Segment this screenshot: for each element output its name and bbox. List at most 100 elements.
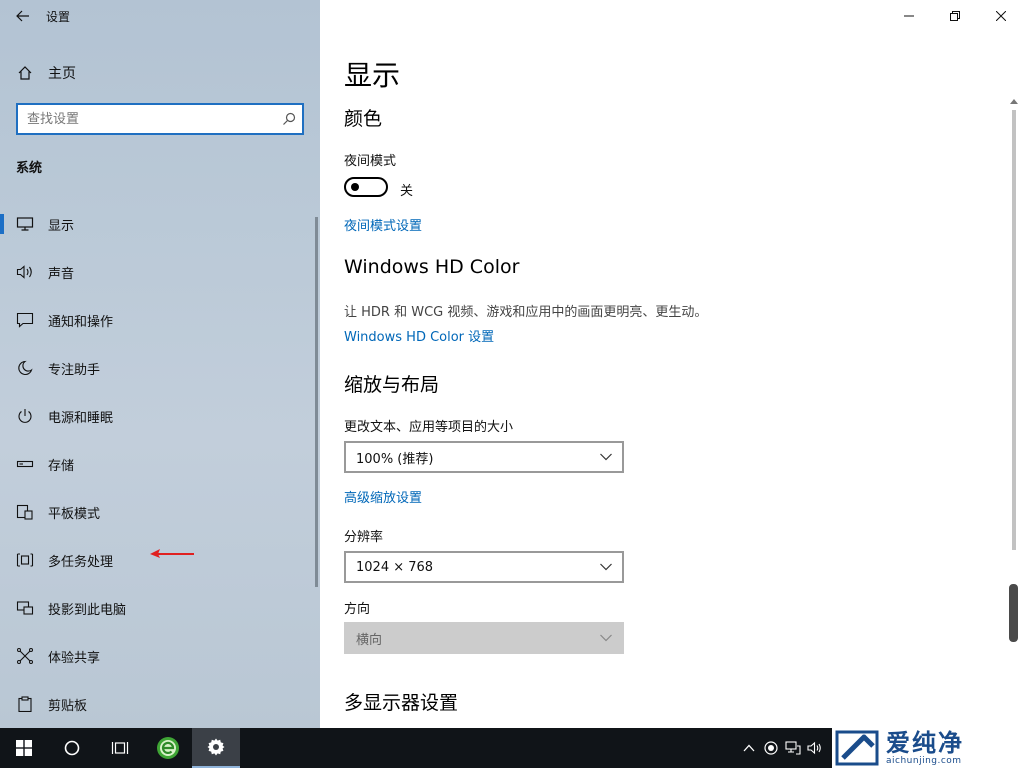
window-controls [886, 0, 1024, 32]
sidebar-item-tablet-mode[interactable]: 平板模式 [0, 488, 320, 536]
notification-icon [15, 310, 35, 330]
scale-size-dropdown[interactable]: 100% (推荐) [344, 441, 624, 473]
speaker-icon [15, 262, 35, 282]
network-tray-button[interactable] [782, 728, 804, 768]
sidebar-item-multitasking[interactable]: 多任务处理 [0, 536, 320, 584]
night-light-toggle-state: 关 [400, 184, 414, 199]
resolution-label: 分辨率 [344, 530, 384, 545]
chevron-down-icon [600, 453, 612, 461]
nav-list: 显示 声音 通知和操作 专注助手 电源和睡眠 存储 平板模式 多任务处理 投影到… [0, 200, 320, 728]
main-content: 显示 颜色 夜间模式 关 夜间模式设置 Windows HD Color 让 H… [320, 0, 1024, 728]
heading-multi-display: 多显示器设置 [344, 692, 459, 714]
volume-tray-button[interactable] [804, 728, 826, 768]
hd-color-settings-link[interactable]: Windows HD Color 设置 [344, 326, 494, 345]
back-button[interactable] [0, 0, 46, 32]
title-bar: 设置 [0, 0, 320, 32]
sidebar-item-display[interactable]: 显示 [0, 200, 320, 248]
app-title: 设置 [46, 9, 71, 24]
search-icon[interactable] [276, 112, 302, 126]
windows-logo-icon [16, 740, 32, 756]
sidebar-item-shared-experiences[interactable]: 体验共享 [0, 632, 320, 680]
close-button[interactable] [978, 0, 1024, 32]
sidebar-item-label: 通知和操作 [48, 314, 114, 330]
watermark-text: 爱纯净 aichunjing.com [886, 730, 964, 766]
moon-icon [15, 358, 35, 378]
search-input[interactable] [18, 105, 276, 133]
sidebar-item-focus-assist[interactable]: 专注助手 [0, 344, 320, 392]
task-view-button[interactable] [96, 728, 144, 768]
sidebar-item-label: 存储 [48, 458, 75, 474]
tablet-mode-icon [15, 502, 35, 522]
night-light-toggle[interactable] [344, 177, 388, 197]
sidebar-item-project[interactable]: 投影到此电脑 [0, 584, 320, 632]
toggle-knob [351, 183, 359, 191]
scroll-thumb[interactable] [1009, 584, 1018, 642]
search-taskbar-button[interactable] [48, 728, 96, 768]
night-light-settings-link[interactable]: 夜间模式设置 [344, 215, 422, 234]
clipboard-icon [15, 694, 35, 714]
home-label: 主页 [48, 66, 76, 82]
taskbar: 爱纯净 aichunjing.com [0, 728, 1024, 768]
orientation-label: 方向 [344, 602, 371, 617]
sidebar: 设置 主页 系统 显示 声音 通知和操作 [0, 0, 320, 728]
record-icon [764, 741, 778, 755]
cortana-circle-icon [64, 740, 80, 756]
main-scrollbar[interactable] [1006, 96, 1022, 728]
red-arrow-annotation [150, 549, 194, 558]
browser-taskbar-button[interactable] [144, 728, 192, 768]
page-title: 显示 [344, 59, 401, 92]
close-icon [996, 11, 1006, 21]
orientation-value: 横向 [356, 632, 383, 648]
settings-taskbar-button[interactable] [192, 728, 240, 768]
sidebar-item-label: 专注助手 [48, 362, 101, 378]
multitasking-icon [15, 550, 35, 570]
start-button[interactable] [0, 728, 48, 768]
share-icon [15, 646, 35, 666]
minimize-button[interactable] [886, 0, 932, 32]
sidebar-item-storage[interactable]: 存储 [0, 440, 320, 488]
sidebar-item-notifications[interactable]: 通知和操作 [0, 296, 320, 344]
orientation-dropdown: 横向 [344, 622, 624, 654]
scroll-up-arrow-icon[interactable] [1010, 98, 1018, 104]
heading-color: 颜色 [344, 108, 383, 130]
network-icon [785, 741, 801, 755]
resolution-dropdown[interactable]: 1024 × 768 [344, 551, 624, 583]
system-tray: 爱纯净 aichunjing.com [738, 728, 1024, 768]
advanced-scaling-link[interactable]: 高级缩放设置 [344, 487, 422, 506]
sidebar-item-label: 体验共享 [48, 650, 101, 666]
sidebar-item-sound[interactable]: 声音 [0, 248, 320, 296]
back-arrow-icon [16, 10, 29, 22]
scale-size-value: 100% (推荐) [356, 451, 434, 467]
chevron-down-icon [600, 563, 612, 571]
sidebar-scrollbar[interactable] [315, 217, 318, 587]
heading-hd-color: Windows HD Color [344, 256, 520, 278]
sidebar-item-home[interactable]: 主页 [0, 58, 320, 88]
watermark-emblem-icon [832, 728, 886, 768]
volume-icon [807, 741, 821, 755]
show-hidden-icons-button[interactable] [738, 728, 760, 768]
sidebar-item-clipboard[interactable]: 剪贴板 [0, 680, 320, 728]
watermark-sub-text: aichunjing.com [886, 756, 962, 766]
storage-icon [15, 454, 35, 474]
sidebar-item-label: 显示 [48, 218, 75, 234]
section-label-system: 系统 [16, 161, 43, 176]
search-box[interactable] [16, 103, 304, 135]
heading-scale-layout: 缩放与布局 [344, 374, 440, 396]
record-tray-button[interactable] [760, 728, 782, 768]
power-icon [15, 406, 35, 426]
scroll-track [1012, 110, 1016, 550]
sidebar-item-label: 电源和睡眠 [48, 410, 114, 426]
gear-icon [207, 738, 225, 756]
chevron-up-icon [743, 744, 755, 752]
resolution-value: 1024 × 768 [356, 559, 434, 575]
restore-button[interactable] [932, 0, 978, 32]
watermark-logo: 爱纯净 aichunjing.com [832, 728, 1024, 768]
sidebar-item-power[interactable]: 电源和睡眠 [0, 392, 320, 440]
sidebar-item-label: 平板模式 [48, 506, 101, 522]
sidebar-item-label: 多任务处理 [48, 554, 114, 570]
project-icon [15, 598, 35, 618]
home-icon [16, 64, 34, 82]
watermark-main-text: 爱纯净 [886, 729, 964, 757]
sidebar-item-label: 投影到此电脑 [48, 602, 127, 618]
chevron-down-icon [600, 634, 612, 642]
